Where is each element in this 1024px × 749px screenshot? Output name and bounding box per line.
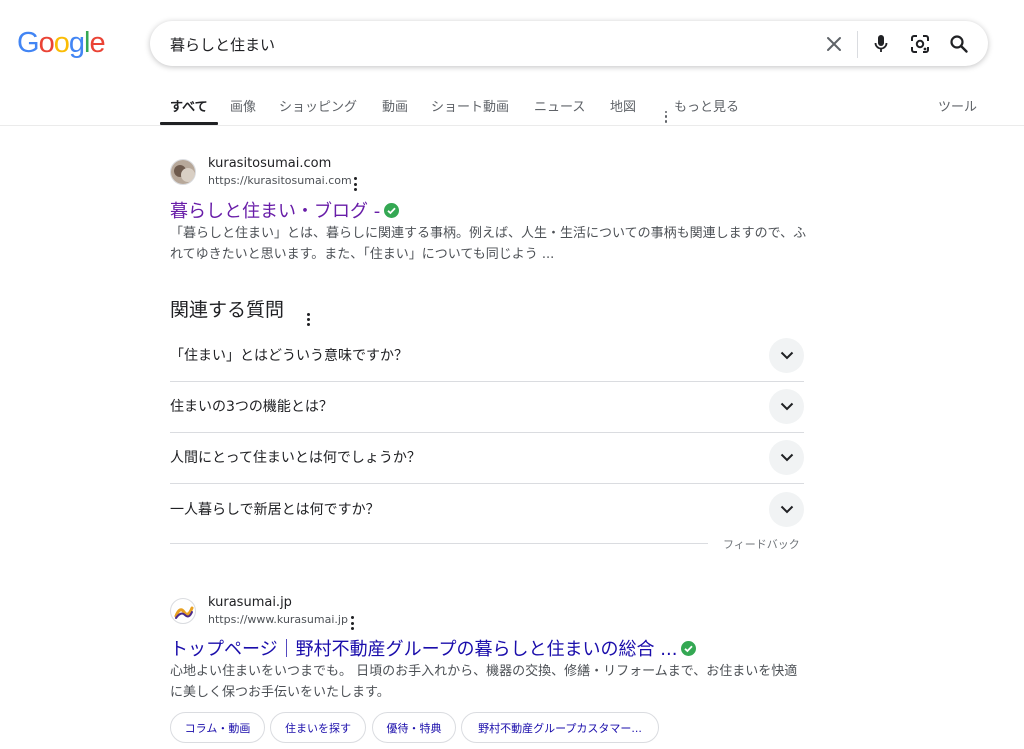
microphone-icon[interactable] bbox=[869, 32, 893, 56]
paa-question-text: 一人暮らしで新居とは何ですか？ bbox=[170, 502, 380, 518]
result-snippet: 心地よい住まいをいつまでも。 日頃のお手入れから、機器の交換、修繕・リフォームま… bbox=[170, 664, 798, 700]
more-vert-icon bbox=[662, 110, 670, 123]
paa-question[interactable]: 人間にとって住まいとは何でしょうか？ bbox=[170, 432, 804, 484]
paa-question-text: 人間にとって住まいとは何でしょうか？ bbox=[170, 450, 421, 466]
tab-videos[interactable]: 動画 bbox=[382, 96, 408, 115]
active-tab-indicator bbox=[160, 122, 218, 125]
chevron-down-icon[interactable] bbox=[769, 389, 804, 424]
search-tabs: すべて 画像 ショッピング 動画 ショート動画 ニュース 地図 もっと見る ツー… bbox=[0, 86, 1024, 126]
paa-more-icon[interactable] bbox=[304, 313, 312, 326]
result-site-name[interactable]: kurasumai.jp bbox=[208, 595, 292, 610]
sitelink-chip[interactable]: 住まいを探す bbox=[270, 712, 366, 743]
result-title[interactable]: トップページ｜野村不動産グループの暮らしと住まいの総合 ... bbox=[170, 635, 697, 661]
search-icon[interactable] bbox=[947, 32, 971, 56]
site-favicon[interactable] bbox=[170, 598, 196, 624]
google-logo[interactable]: Google bbox=[17, 29, 106, 58]
tab-short-videos[interactable]: ショート動画 bbox=[431, 96, 509, 115]
paa-question[interactable]: 「住まい」とはどういう意味ですか？ bbox=[170, 330, 804, 382]
sitelink-chip[interactable]: 優待・特典 bbox=[372, 712, 456, 743]
chevron-down-icon[interactable] bbox=[769, 492, 804, 527]
close-icon[interactable] bbox=[822, 32, 846, 56]
search-input[interactable]: 暮らしと住まい bbox=[170, 34, 275, 55]
chevron-down-icon[interactable] bbox=[769, 440, 804, 475]
paa-question[interactable]: 一人暮らしで新居とは何ですか？ bbox=[170, 484, 804, 536]
feedback-link[interactable]: フィードバック bbox=[723, 536, 800, 552]
sitelink-chip[interactable]: 野村不動産グループカスタマー... bbox=[461, 712, 659, 743]
tab-all[interactable]: すべて bbox=[170, 96, 208, 115]
result-title[interactable]: 暮らしと住まい・ブログ - bbox=[170, 197, 400, 223]
tools-button[interactable]: ツール bbox=[938, 96, 977, 115]
more-options-icon[interactable] bbox=[351, 177, 359, 191]
paa-question[interactable]: 住まいの3つの機能とは？ bbox=[170, 381, 804, 433]
tab-more-label: もっと見る bbox=[674, 100, 740, 115]
tab-maps[interactable]: 地図 bbox=[610, 96, 636, 115]
tab-more[interactable]: もっと見る bbox=[662, 96, 739, 123]
tab-shopping[interactable]: ショッピング bbox=[279, 96, 357, 115]
verified-icon bbox=[681, 641, 697, 656]
search-divider bbox=[857, 31, 858, 58]
result-url[interactable]: https://kurasitosumai.com bbox=[208, 174, 352, 187]
paa-question-text: 「住まい」とはどういう意味ですか？ bbox=[170, 348, 408, 364]
result-snippet: 「暮らしと住まい」とは、暮らしに関連する事柄。例えば、人生・生活についての事柄も… bbox=[170, 226, 807, 262]
verified-icon bbox=[384, 203, 400, 218]
paa-heading: 関連する質問 bbox=[170, 295, 312, 326]
site-favicon[interactable] bbox=[170, 159, 196, 185]
result-site-name[interactable]: kurasitosumai.com bbox=[208, 156, 331, 171]
result-url[interactable]: https://www.kurasumai.jp bbox=[208, 613, 348, 626]
chevron-down-icon[interactable] bbox=[769, 338, 804, 373]
google-lens-icon[interactable] bbox=[908, 32, 932, 56]
feedback-divider bbox=[170, 543, 708, 544]
paa-question-text: 住まいの3つの機能とは？ bbox=[170, 399, 333, 415]
tab-news[interactable]: ニュース bbox=[534, 96, 585, 115]
more-options-icon[interactable] bbox=[348, 616, 356, 630]
tab-images[interactable]: 画像 bbox=[230, 96, 256, 115]
sitelink-chip[interactable]: コラム・動画 bbox=[170, 712, 265, 743]
search-box[interactable]: 暮らしと住まい bbox=[150, 21, 988, 66]
